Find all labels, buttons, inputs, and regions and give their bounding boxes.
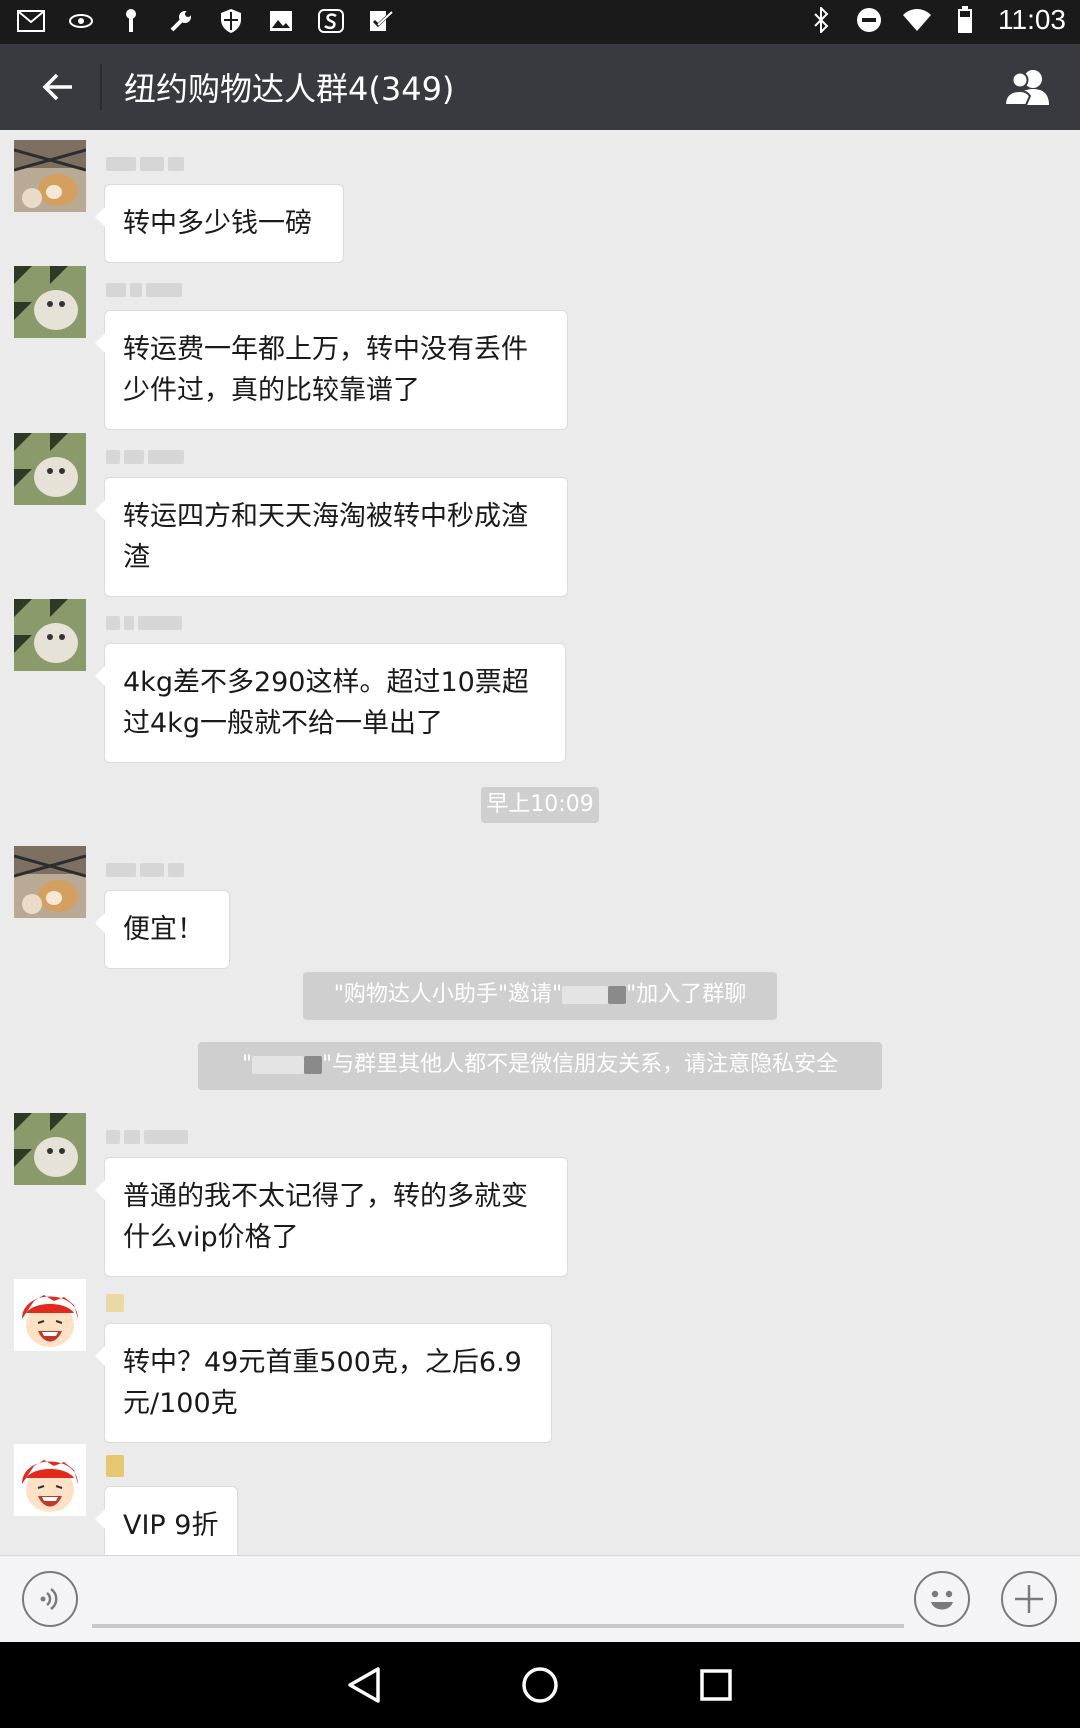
shield-icon bbox=[216, 6, 246, 36]
clock: 11:03 bbox=[998, 4, 1066, 35]
quote-mark: " bbox=[241, 1052, 252, 1077]
redacted-name bbox=[252, 1056, 304, 1074]
chat-area[interactable]: 转中多少钱一磅 转运费一年都上万，转中没有丢件少件过，真的比较靠谱了 转运四方和… bbox=[0, 130, 1080, 1565]
navigation-bar bbox=[0, 1642, 1080, 1728]
back-arrow-icon[interactable] bbox=[28, 60, 88, 114]
usb-icon bbox=[116, 6, 146, 36]
message-text: 转中多少钱一磅 bbox=[123, 208, 312, 239]
sender-name bbox=[106, 1291, 124, 1315]
message-text: 普通的我不太记得了，转的多就变什么vip价格了 bbox=[123, 1181, 528, 1253]
message-bubble[interactable]: 转运四方和天天海淘被转中秒成渣渣 bbox=[95, 477, 568, 597]
eye-icon bbox=[66, 6, 96, 36]
checkbox-icon bbox=[366, 6, 396, 36]
system-privacy-notice: " "与群里其他人都不是微信朋友关系，请注意隐私安全 bbox=[198, 1042, 882, 1090]
timestamp: 早上10:09 bbox=[481, 787, 599, 823]
avatar-cartoon[interactable] bbox=[14, 1444, 86, 1516]
avatar-dog[interactable] bbox=[14, 846, 86, 918]
s-app-icon bbox=[316, 6, 346, 36]
message-text: 便宜！ bbox=[123, 914, 204, 945]
nav-recents-icon[interactable] bbox=[691, 1660, 741, 1710]
message-bubble[interactable]: 转中？49元首重500克，之后6.9元/100克 bbox=[95, 1323, 552, 1443]
nav-home-icon[interactable] bbox=[515, 1660, 565, 1710]
battery-icon bbox=[950, 5, 980, 35]
avatar-dog[interactable] bbox=[14, 140, 86, 212]
message-input[interactable] bbox=[92, 1624, 904, 1628]
system-invite-notice: "购物达人小助手"邀请" "加入了群聊 bbox=[303, 972, 777, 1020]
sender-name bbox=[106, 152, 184, 176]
invite-suffix: "加入了群聊 bbox=[626, 982, 747, 1007]
emoji-icon[interactable] bbox=[914, 1571, 970, 1627]
do-not-disturb-icon bbox=[854, 5, 884, 35]
input-bar bbox=[0, 1555, 1080, 1643]
privacy-suffix: "与群里其他人都不是微信朋友关系，请注意隐私安全 bbox=[322, 1052, 839, 1077]
image-icon bbox=[266, 6, 296, 36]
message-bubble[interactable]: VIP 9折 bbox=[95, 1486, 238, 1565]
message-bubble[interactable]: 便宜！ bbox=[95, 890, 230, 969]
message-text: 转中？49元首重500克，之后6.9元/100克 bbox=[123, 1347, 522, 1419]
sender-name bbox=[106, 445, 184, 469]
redacted-avatar bbox=[608, 986, 627, 1004]
avatar-cat[interactable] bbox=[14, 266, 86, 338]
status-bar: 11:03 bbox=[0, 0, 1080, 44]
message-text: 4kg差不多290这样。超过10票超过4kg一般就不给一单出了 bbox=[123, 667, 529, 739]
voice-icon[interactable] bbox=[22, 1571, 78, 1627]
message-text: 转运费一年都上万，转中没有丢件少件过，真的比较靠谱了 bbox=[123, 334, 528, 406]
invite-prefix: "购物达人小助手"邀请" bbox=[333, 982, 563, 1007]
message-text: VIP 9折 bbox=[123, 1510, 219, 1541]
bluetooth-icon bbox=[806, 5, 836, 35]
message-text: 转运四方和天天海淘被转中秒成渣渣 bbox=[123, 501, 528, 573]
avatar-cat[interactable] bbox=[14, 433, 86, 505]
avatar-cat[interactable] bbox=[14, 1113, 86, 1185]
message-bubble[interactable]: 4kg差不多290这样。超过10票超过4kg一般就不给一单出了 bbox=[95, 643, 566, 763]
redacted-name bbox=[562, 986, 609, 1004]
avatar-cartoon[interactable] bbox=[14, 1279, 86, 1351]
plus-icon[interactable] bbox=[1001, 1571, 1057, 1627]
message-bubble[interactable]: 普通的我不太记得了，转的多就变什么vip价格了 bbox=[95, 1157, 568, 1277]
message-bubble[interactable]: 转中多少钱一磅 bbox=[95, 184, 344, 263]
group-members-icon[interactable] bbox=[998, 62, 1058, 112]
sender-name bbox=[106, 858, 184, 882]
wifi-icon bbox=[902, 5, 932, 35]
wrench-icon bbox=[166, 6, 196, 36]
sender-name bbox=[106, 1454, 124, 1478]
message-bubble[interactable]: 转运费一年都上万，转中没有丢件少件过，真的比较靠谱了 bbox=[95, 310, 568, 430]
header-divider bbox=[100, 64, 102, 110]
redacted-avatar bbox=[304, 1056, 322, 1074]
avatar-cat[interactable] bbox=[14, 599, 86, 671]
page-title: 纽约购物达人群4(349) bbox=[124, 70, 455, 108]
gmail-icon bbox=[16, 6, 46, 36]
sender-name bbox=[106, 611, 182, 635]
chat-header: 纽约购物达人群4(349) bbox=[0, 44, 1080, 130]
nav-back-icon[interactable] bbox=[339, 1660, 389, 1710]
sender-name bbox=[106, 278, 182, 302]
sender-name bbox=[106, 1125, 188, 1149]
